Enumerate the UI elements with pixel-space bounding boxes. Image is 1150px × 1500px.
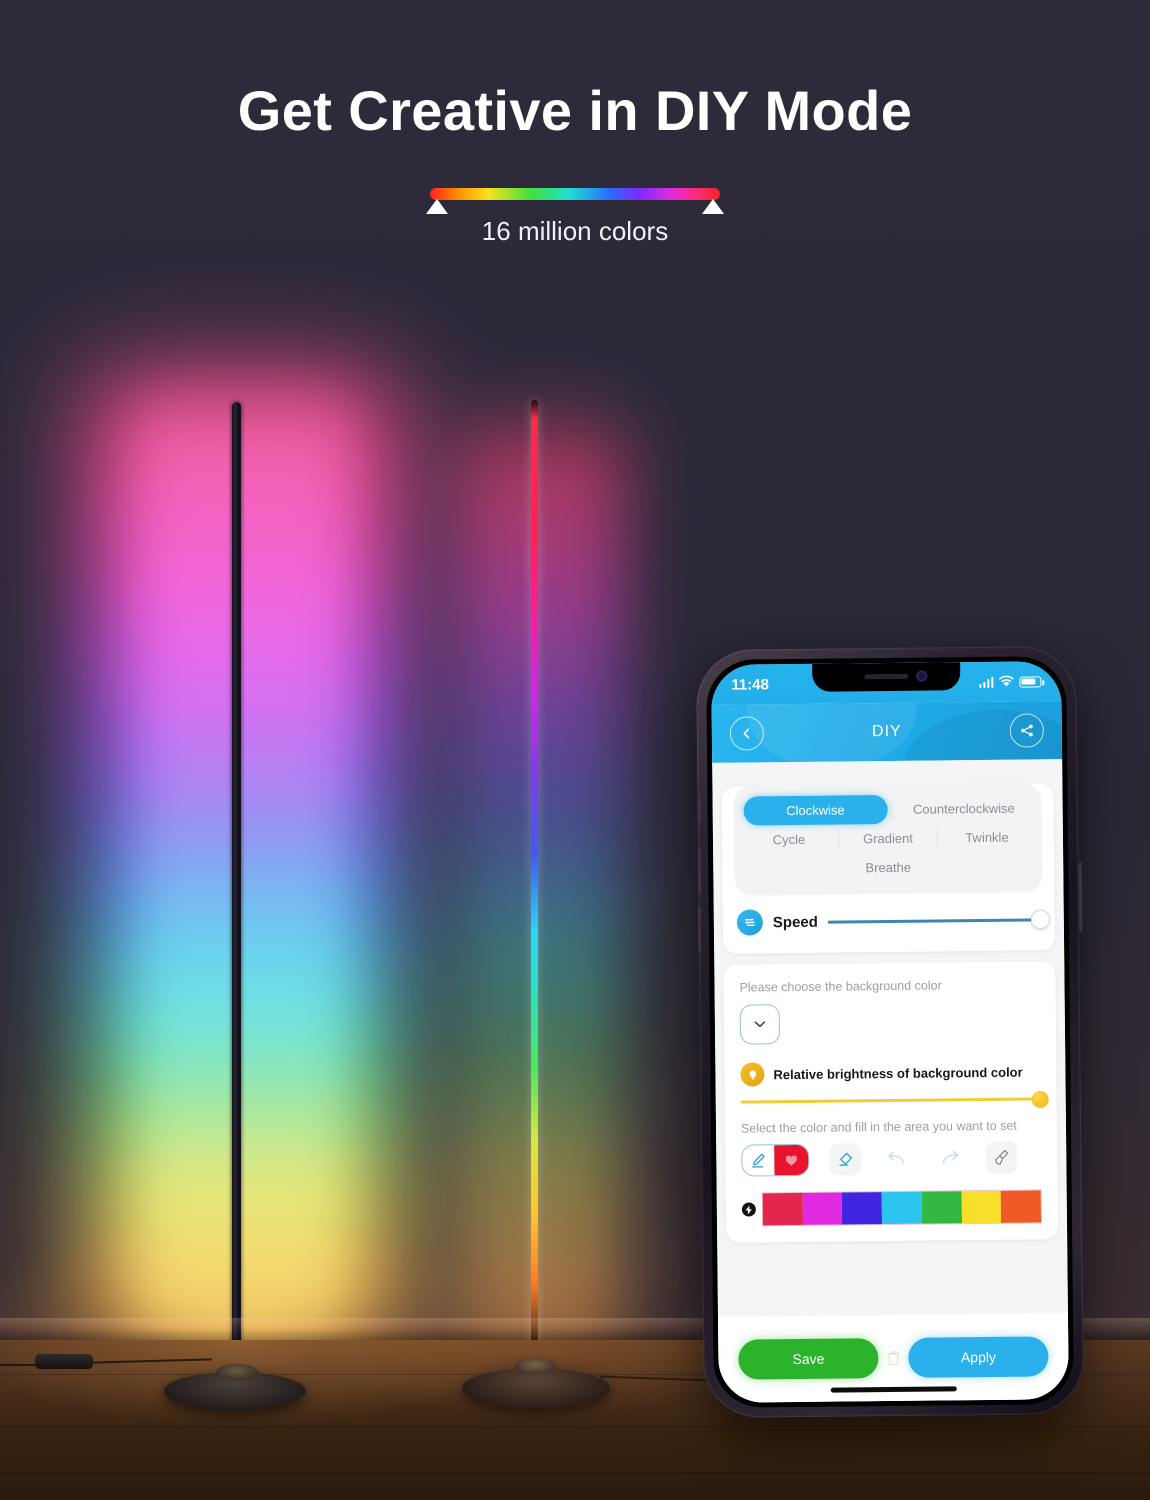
lightning-bolt-icon[interactable] xyxy=(741,1202,756,1217)
palette-swatch-1[interactable] xyxy=(762,1192,803,1226)
palette-swatch-5[interactable] xyxy=(921,1191,962,1224)
app-title: DIY xyxy=(871,722,902,741)
phone-mute-switch[interactable] xyxy=(697,795,702,823)
spectrum-marker-left-icon xyxy=(426,199,448,214)
draw-hint: Select the color and fill in the area yo… xyxy=(740,1118,1017,1136)
lamp-right-base xyxy=(462,1368,610,1408)
speed-control: Speed xyxy=(723,892,1056,953)
speed-slider[interactable] xyxy=(827,909,1050,930)
mode-row-1: Clockwise Counterclockwise xyxy=(740,793,1036,826)
phone-bezel: 11:48 DIY Clockwise Counterclockwise Cyc… xyxy=(706,656,1074,1408)
brightness-slider[interactable] xyxy=(740,1090,1049,1108)
home-indicator[interactable] xyxy=(830,1386,957,1393)
redo-tool[interactable] xyxy=(933,1142,965,1174)
mode-selector: Clockwise Counterclockwise Cycle Gradien… xyxy=(733,783,1043,896)
rgb-corner-floor-lamp-left xyxy=(232,402,241,1362)
palette-swatch-4[interactable] xyxy=(881,1191,922,1225)
pen-tool-group[interactable] xyxy=(741,1143,810,1177)
bulb-icon xyxy=(740,1062,765,1087)
undo-icon xyxy=(888,1151,905,1165)
trash-icon xyxy=(886,1351,900,1365)
brightness-label: Relative brightness of background color xyxy=(773,1064,1023,1082)
smartphone-mockup: 11:48 DIY Clockwise Counterclockwise Cyc… xyxy=(695,646,1085,1418)
palette-swatch-6[interactable] xyxy=(961,1190,1002,1224)
eraser-icon xyxy=(839,1152,853,1166)
phone-volume-down-button[interactable] xyxy=(697,905,702,953)
speed-slider-handle[interactable] xyxy=(1030,909,1050,930)
rgb-corner-floor-lamp-right xyxy=(531,400,538,1350)
heart-icon xyxy=(785,1155,797,1165)
color-spectrum-bar xyxy=(426,188,724,214)
app-content: Clockwise Counterclockwise Cycle Gradien… xyxy=(712,759,1069,1403)
redo-icon xyxy=(942,1150,959,1164)
brightness-slider-handle[interactable] xyxy=(1031,1090,1049,1108)
lamp-right-neck xyxy=(514,1358,556,1374)
phone-notch xyxy=(812,662,961,692)
battery-icon xyxy=(1019,675,1042,688)
mode-row-2: Cycle Gradient Twinkle xyxy=(740,822,1036,854)
apply-button[interactable]: Apply xyxy=(908,1336,1049,1378)
save-button[interactable]: Save xyxy=(738,1338,879,1380)
subtitle: 16 million colors xyxy=(481,216,669,246)
mode-gradient[interactable]: Gradient xyxy=(839,823,937,853)
status-bar-indicators xyxy=(978,675,1042,688)
current-color-swatch[interactable] xyxy=(774,1144,809,1176)
share-icon xyxy=(1021,724,1033,737)
lamp-left-neck xyxy=(216,1364,258,1380)
background-color-picker-button[interactable] xyxy=(739,1004,781,1045)
power-cord xyxy=(0,1364,40,1366)
palette-swatch-3[interactable] xyxy=(842,1192,883,1225)
brightness-row: Relative brightness of background color xyxy=(740,1059,1040,1087)
color-palette[interactable] xyxy=(761,1189,1043,1227)
delete-button[interactable] xyxy=(880,1350,906,1366)
lamp-left-wall-glow-core xyxy=(135,360,350,1350)
wifi-icon xyxy=(999,675,1014,687)
floor-plank-line xyxy=(0,1472,1150,1473)
spectrum-gradient xyxy=(430,188,720,200)
mode-breathe[interactable]: Breathe xyxy=(740,851,1036,883)
page-title: Get Creative in DIY Mode xyxy=(237,79,913,142)
pencil-icon xyxy=(752,1153,765,1168)
palette-swatch-7[interactable] xyxy=(1000,1190,1042,1223)
front-camera xyxy=(916,670,928,682)
mode-twinkle[interactable]: Twinkle xyxy=(938,822,1036,852)
clear-brush-tool[interactable] xyxy=(985,1141,1018,1175)
app-navbar: DIY xyxy=(711,701,1063,763)
mode-counterclockwise[interactable]: Counterclockwise xyxy=(892,793,1036,824)
chevron-down-icon xyxy=(754,1021,766,1028)
brush-icon xyxy=(995,1150,1009,1165)
pen-tool[interactable] xyxy=(742,1145,775,1176)
effect-card: Clockwise Counterclockwise Cycle Gradien… xyxy=(721,783,1056,954)
diy-canvas-card: Please choose the background color Relat… xyxy=(723,961,1059,1243)
floor-plank-line xyxy=(0,1426,1150,1427)
speed-label: Speed xyxy=(772,913,818,931)
speed-icon xyxy=(736,909,763,936)
cellular-signal-icon xyxy=(978,676,994,688)
chevron-left-icon xyxy=(743,728,750,739)
background-color-hint: Please choose the background color xyxy=(739,978,942,995)
palette-swatch-2[interactable] xyxy=(802,1192,843,1225)
undo-tool[interactable] xyxy=(881,1143,913,1175)
back-button[interactable] xyxy=(729,716,765,751)
mode-row-3: Breathe xyxy=(740,851,1036,883)
power-adapter xyxy=(35,1354,93,1369)
share-button[interactable] xyxy=(1009,713,1045,748)
status-bar-time: 11:48 xyxy=(731,675,769,694)
color-palette-row xyxy=(741,1189,1043,1227)
action-bar: Save Apply xyxy=(717,1313,1069,1403)
eraser-tool[interactable] xyxy=(829,1143,862,1176)
spectrum-marker-right-icon xyxy=(702,199,724,214)
lamp-right-wall-glow xyxy=(455,395,625,1360)
phone-screen: 11:48 DIY Clockwise Counterclockwise Cyc… xyxy=(711,661,1069,1403)
earpiece-speaker xyxy=(864,673,909,680)
draw-toolbar xyxy=(741,1141,1041,1177)
mode-clockwise[interactable]: Clockwise xyxy=(743,795,888,826)
phone-volume-up-button[interactable] xyxy=(697,847,702,895)
mode-cycle[interactable]: Cycle xyxy=(740,825,838,855)
